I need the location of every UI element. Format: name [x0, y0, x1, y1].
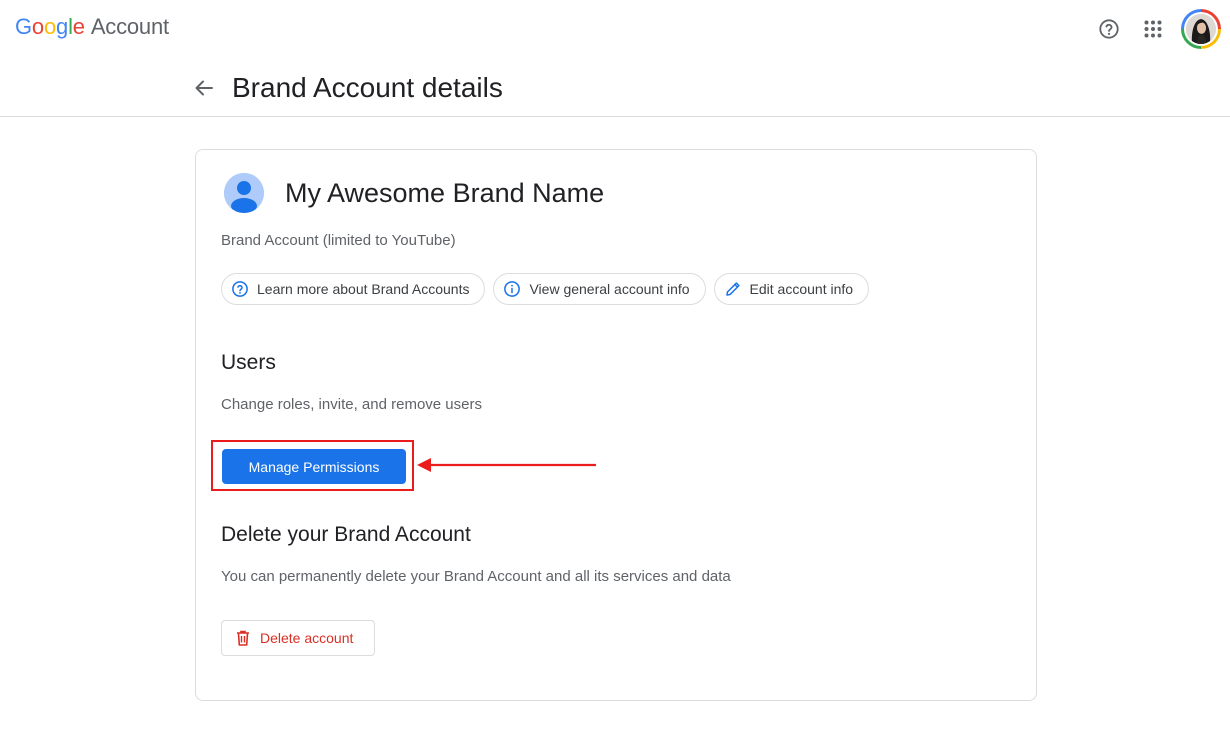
delete-account-button[interactable]: Delete account [221, 620, 375, 656]
edit-account-info-chip[interactable]: Edit account info [713, 273, 870, 305]
page-title: Brand Account details [232, 72, 503, 103]
logo-letter: o [31, 14, 44, 39]
manage-permissions-button[interactable]: Manage Permissions [222, 449, 406, 484]
delete-section-description: You can permanently delete your Brand Ac… [221, 568, 731, 585]
logo-letter: G [15, 14, 32, 39]
chip-label: Learn more about Brand Accounts [257, 281, 470, 297]
logo-letter: e [72, 14, 85, 39]
pencil-icon [724, 280, 742, 298]
logo-letter: o [43, 14, 57, 39]
profile-photo [1186, 14, 1216, 44]
chip-label: View general account info [529, 281, 690, 297]
view-account-info-chip[interactable]: View general account info [493, 273, 706, 305]
brand-account-card: My Awesome Brand Name Brand Account (lim… [195, 149, 1037, 701]
annotation-highlight-box: Manage Permissions [211, 440, 414, 491]
action-chips: Learn more about Brand Accounts View gen… [221, 273, 870, 305]
logo-letter: g [56, 14, 69, 39]
brand-subtitle: Brand Account (limited to YouTube) [221, 232, 456, 249]
delete-account-label: Delete account [260, 630, 354, 646]
chip-label: Edit account info [749, 281, 854, 297]
profile-avatar[interactable] [1181, 9, 1221, 49]
google-account-logo[interactable]: Google Account [15, 14, 169, 40]
annotation-arrow [417, 458, 596, 472]
help-icon[interactable] [1093, 13, 1125, 45]
brand-name: My Awesome Brand Name [285, 178, 605, 208]
info-icon [503, 280, 521, 298]
learn-more-chip[interactable]: Learn more about Brand Accounts [221, 273, 486, 305]
brand-avatar-icon [224, 173, 264, 213]
trash-icon [235, 630, 251, 646]
users-section-title: Users [221, 351, 276, 374]
google-wordmark: Google [15, 14, 85, 40]
help-circle-icon [231, 280, 249, 298]
arrow-back-icon[interactable] [190, 74, 218, 102]
delete-section-title: Delete your Brand Account [221, 523, 471, 546]
page-header: Brand Account details [0, 58, 1230, 117]
product-name: Account [90, 14, 169, 39]
users-section-description: Change roles, invite, and remove users [221, 396, 482, 413]
top-bar: Google Account [0, 0, 1230, 58]
apps-grid-icon[interactable] [1137, 13, 1169, 45]
